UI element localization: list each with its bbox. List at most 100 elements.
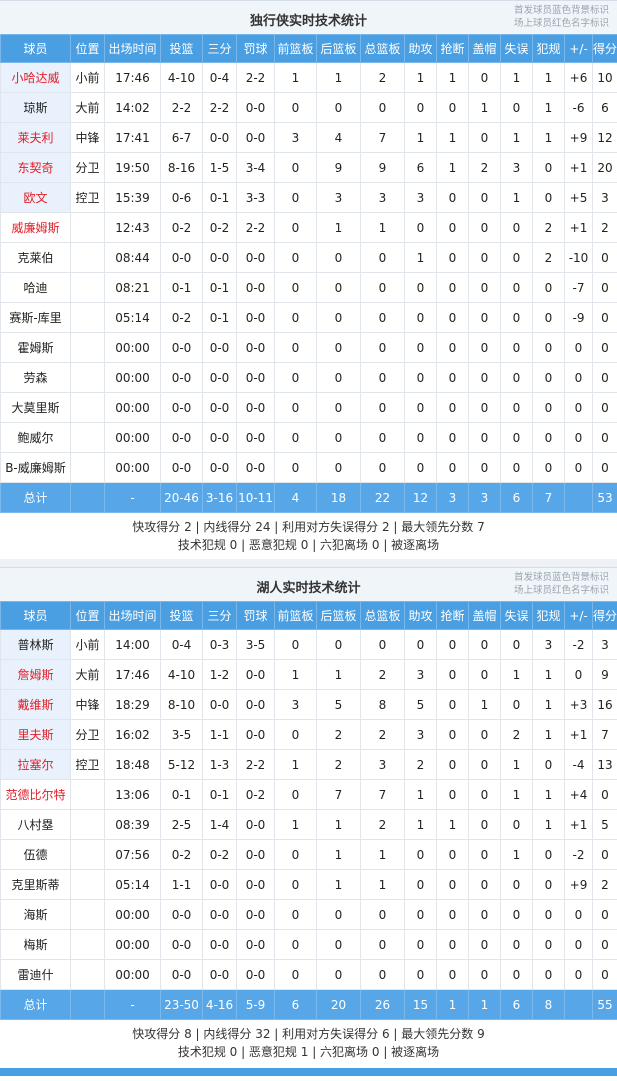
- legend-line: 首发球员蓝色背景标识: [513, 5, 609, 16]
- stat-cell: 3: [274, 122, 317, 153]
- stat-cell: 0: [500, 869, 533, 900]
- stat-cell: 1: [404, 809, 437, 840]
- stat-cell: 13: [592, 749, 617, 780]
- stat-cell: 1-1: [160, 869, 203, 900]
- stat-cell: 0: [468, 749, 501, 780]
- stat-cell: 0-0: [202, 242, 237, 273]
- stat-cell: 0: [316, 422, 361, 453]
- column-header: 抢断: [436, 601, 469, 630]
- total-cell: 总计: [0, 989, 71, 1020]
- stat-cell: 0-2: [202, 212, 237, 243]
- player-row: 克里斯蒂 05:14 1-1 0-0 0-0 0 1 1 0 0 0 0 0 +9 2: [0, 869, 617, 900]
- player-name: 雷迪什: [0, 959, 71, 990]
- stat-cell: 0-0: [236, 272, 275, 303]
- total-cell: 6: [500, 989, 533, 1020]
- total-cell: 3: [436, 482, 469, 513]
- stat-cell: 0: [274, 959, 317, 990]
- player-row: 海斯 00:00 0-0 0-0 0-0 0 0 0 0 0 0 0 0 0 0: [0, 899, 617, 930]
- stat-cell: 3: [404, 719, 437, 750]
- stat-cell: 0: [360, 629, 405, 660]
- stat-cell: 0: [564, 929, 593, 960]
- stat-cell: 0: [500, 392, 533, 423]
- stat-cell: 2: [316, 719, 361, 750]
- stat-cell: 08:21: [104, 272, 161, 303]
- stat-cell: 1: [360, 869, 405, 900]
- stat-cell: 0: [404, 839, 437, 870]
- stat-cell: 0: [316, 332, 361, 363]
- stat-cell: 1: [274, 809, 317, 840]
- stat-cell: 0: [468, 392, 501, 423]
- stat-cell: 0: [360, 92, 405, 123]
- player-row: 雷迪什 00:00 0-0 0-0 0-0 0 0 0 0 0 0 0 0 0 0: [0, 959, 617, 990]
- stat-cell: 0-0: [236, 899, 275, 930]
- player-row: 哈迪 08:21 0-1 0-1 0-0 0 0 0 0 0 0 0 0 -7 0: [0, 272, 617, 303]
- stat-cell: 2-5: [160, 809, 203, 840]
- stat-cell: [70, 242, 105, 273]
- total-cell: 15: [404, 989, 437, 1020]
- player-row: 鲍威尔 00:00 0-0 0-0 0-0 0 0 0 0 0 0 0 0 0 0: [0, 422, 617, 453]
- stat-cell: 1-4: [202, 809, 237, 840]
- stat-cell: 0: [404, 272, 437, 303]
- stat-cell: [70, 302, 105, 333]
- stat-cell: 3: [404, 659, 437, 690]
- stat-cell: 00:00: [104, 332, 161, 363]
- stat-cell: 0: [274, 332, 317, 363]
- stat-cell: 0-0: [236, 92, 275, 123]
- player-name: 普林斯: [0, 629, 71, 660]
- player-name: 哈迪: [0, 272, 71, 303]
- total-cell: [70, 482, 105, 513]
- stat-cell: 0: [500, 242, 533, 273]
- stat-cell: -10: [564, 242, 593, 273]
- stat-cell: 0: [360, 899, 405, 930]
- player-name: 戴维斯: [0, 689, 71, 720]
- stat-cell: 3-5: [236, 629, 275, 660]
- column-header: 总篮板: [360, 601, 405, 630]
- stat-cell: 0: [532, 959, 565, 990]
- stat-cell: 控卫: [70, 182, 105, 213]
- stat-cell: 0: [468, 869, 501, 900]
- stat-cell: 0: [404, 869, 437, 900]
- total-cell: 7: [532, 482, 565, 513]
- player-row: 欧文 控卫 15:39 0-6 0-1 3-3 0 3 3 3 0 0 1 0 +5 3: [0, 182, 617, 213]
- stat-cell: 0: [436, 719, 469, 750]
- stat-cell: 0: [532, 272, 565, 303]
- stat-cell: 8-10: [160, 689, 203, 720]
- column-header: 失误: [500, 601, 533, 630]
- total-row: 总计 -23-50 4-16 5-9 6 20 26 15 1 1 6 8 55: [0, 989, 617, 1020]
- total-cell: 20-46: [160, 482, 203, 513]
- stat-cell: 0-2: [160, 839, 203, 870]
- player-name: 威廉姆斯: [0, 212, 71, 243]
- stat-cell: 7: [316, 779, 361, 810]
- stat-cell: 0: [468, 62, 501, 93]
- stat-cell: 中锋: [70, 689, 105, 720]
- stat-cell: 0: [274, 719, 317, 750]
- team-header: 湖人实时技术统计 首发球员蓝色背景标识 场上球员红色名字标识: [0, 567, 617, 601]
- total-cell: 6: [500, 482, 533, 513]
- summary-line: 快攻得分 2 | 内线得分 24 | 利用对方失误得分 2 | 最大领先分数 7: [132, 520, 485, 534]
- stat-cell: 0-4: [160, 629, 203, 660]
- stat-cell: 0-0: [202, 869, 237, 900]
- stat-cell: 4: [316, 122, 361, 153]
- stat-cell: 00:00: [104, 392, 161, 423]
- stat-cell: 0-0: [236, 362, 275, 393]
- stat-cell: 1: [274, 659, 317, 690]
- stat-cell: 0: [500, 629, 533, 660]
- stat-cell: 0-0: [236, 689, 275, 720]
- stat-cell: 0: [404, 422, 437, 453]
- stat-cell: 0: [274, 92, 317, 123]
- stat-cell: 0: [274, 422, 317, 453]
- column-header: 盖帽: [468, 34, 501, 63]
- stat-cell: 0: [404, 629, 437, 660]
- stat-cell: 7: [360, 779, 405, 810]
- stat-cell: 0: [316, 929, 361, 960]
- player-name: 拉塞尔: [0, 749, 71, 780]
- stat-cell: 18:48: [104, 749, 161, 780]
- stat-cell: 1-2: [202, 659, 237, 690]
- column-header: 助攻: [404, 34, 437, 63]
- stat-cell: 0: [404, 302, 437, 333]
- stat-cell: +3: [564, 689, 593, 720]
- stat-cell: 0: [500, 302, 533, 333]
- stat-cell: 8-16: [160, 152, 203, 183]
- stat-cell: 1: [500, 182, 533, 213]
- stat-cell: 0: [316, 392, 361, 423]
